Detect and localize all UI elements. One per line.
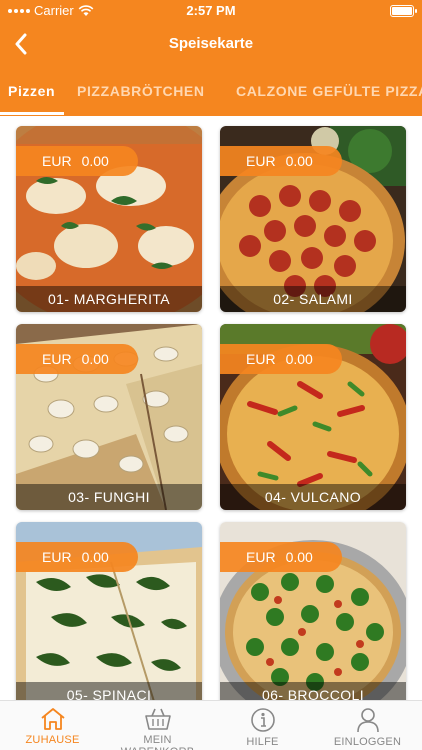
price-badge: EUR 0.00 — [16, 146, 138, 176]
product-name: 05- SPINACI — [16, 682, 202, 700]
price-badge: EUR 0.00 — [220, 542, 342, 572]
home-icon — [40, 708, 65, 730]
product-card-spinaci[interactable]: EUR 0.00 05- SPINACI — [16, 522, 202, 700]
battery-icon — [390, 5, 417, 17]
tab-label: HILFE — [246, 736, 279, 748]
tab-einloggen[interactable]: EINLOGGEN — [315, 701, 420, 750]
price-value: 0.00 — [285, 549, 313, 565]
price-value: 0.00 — [285, 351, 313, 367]
product-name: 01- MARGHERITA — [16, 286, 202, 312]
category-tabs: Pizzen PIZZABRÖTCHEN CALZONE GEFÜLTE PIZ… — [0, 66, 422, 116]
currency-label: EUR — [246, 153, 276, 169]
tab-calzone[interactable]: CALZONE GEFÜLTE PIZZA — [236, 83, 422, 99]
product-name: 02- SALAMI — [220, 286, 406, 312]
tab-label: EINLOGGEN — [333, 736, 402, 748]
price-value: 0.00 — [81, 153, 109, 169]
tab-pizzabroetchen[interactable]: PIZZABRÖTCHEN — [77, 83, 205, 99]
price-badge: EUR 0.00 — [16, 542, 138, 572]
price-value: 0.00 — [81, 351, 109, 367]
tab-pizzen[interactable]: Pizzen — [8, 83, 55, 99]
page-title: Speisekarte — [168, 35, 254, 52]
price-badge: EUR 0.00 — [220, 146, 342, 176]
currency-label: EUR — [246, 549, 276, 565]
product-name: 06- BROCCOLI — [220, 682, 406, 700]
clock: 2:57 PM — [186, 3, 236, 18]
active-tab-indicator — [0, 112, 64, 115]
tab-label: ZUHAUSE — [25, 734, 80, 746]
user-icon — [356, 708, 379, 733]
price-value: 0.00 — [81, 549, 109, 565]
product-name: 04- VULCANO — [220, 484, 406, 510]
product-card-vulcano[interactable]: EUR 0.00 04- VULCANO — [220, 324, 406, 510]
product-card-funghi[interactable]: EUR 0.00 03- FUNGHI — [16, 324, 202, 510]
tab-hilfe[interactable]: HILFE — [210, 701, 315, 750]
bottom-tab-bar: ZUHAUSE MEIN WARENKORB HILFE EINLOGGEN — [0, 700, 422, 750]
product-card-margherita[interactable]: EUR 0.00 01- MARGHERITA — [16, 126, 202, 312]
currency-label: EUR — [246, 351, 276, 367]
product-card-salami[interactable]: EUR 0.00 02- SALAMI — [220, 126, 406, 312]
currency-label: EUR — [42, 351, 72, 367]
tab-label: MEIN WARENKORB — [121, 734, 194, 750]
price-badge: EUR 0.00 — [220, 344, 342, 374]
navigation-bar: Speisekarte — [0, 22, 422, 66]
basket-icon — [144, 708, 171, 730]
tab-warenkorb[interactable]: MEIN WARENKORB — [105, 701, 210, 750]
product-name: 03- FUNGHI — [16, 484, 202, 510]
product-card-broccoli[interactable]: EUR 0.00 06- BROCCOLI — [220, 522, 406, 700]
product-grid: EUR 0.00 01- MARGHERITA EUR 0.00 02- SALAM… — [0, 116, 422, 700]
info-icon — [250, 708, 275, 732]
status-bar: Carrier 2:57 PM — [0, 0, 422, 22]
tab-zuhause[interactable]: ZUHAUSE — [0, 701, 105, 750]
currency-label: EUR — [42, 549, 72, 565]
price-value: 0.00 — [285, 153, 313, 169]
currency-label: EUR — [42, 153, 72, 169]
price-badge: EUR 0.00 — [16, 344, 138, 374]
